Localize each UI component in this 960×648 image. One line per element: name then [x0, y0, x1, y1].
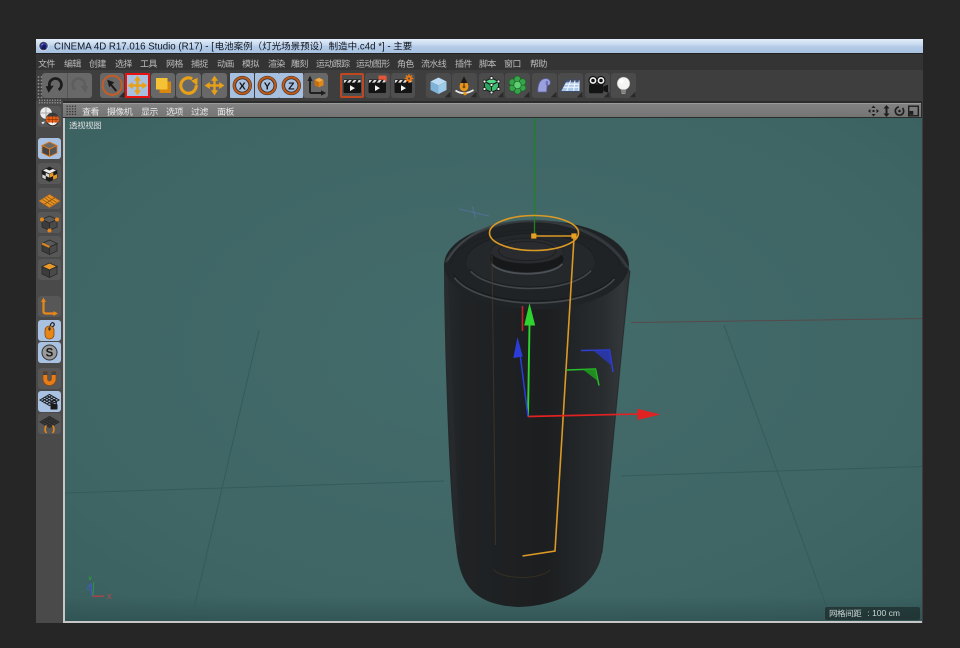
- svg-text:Z: Z: [288, 80, 295, 92]
- svg-text:S: S: [45, 348, 53, 360]
- svg-text:X: X: [239, 80, 246, 92]
- svg-text:X: X: [107, 594, 112, 601]
- svg-text:Y: Y: [263, 80, 270, 92]
- svg-text:Z: Z: [86, 584, 90, 591]
- svg-text:CINEMA 4D R17.016 Studio (R17): CINEMA 4D R17.016 Studio (R17) - [: [54, 41, 214, 52]
- svg-text:.c4d *] -: .c4d *] -: [357, 41, 390, 52]
